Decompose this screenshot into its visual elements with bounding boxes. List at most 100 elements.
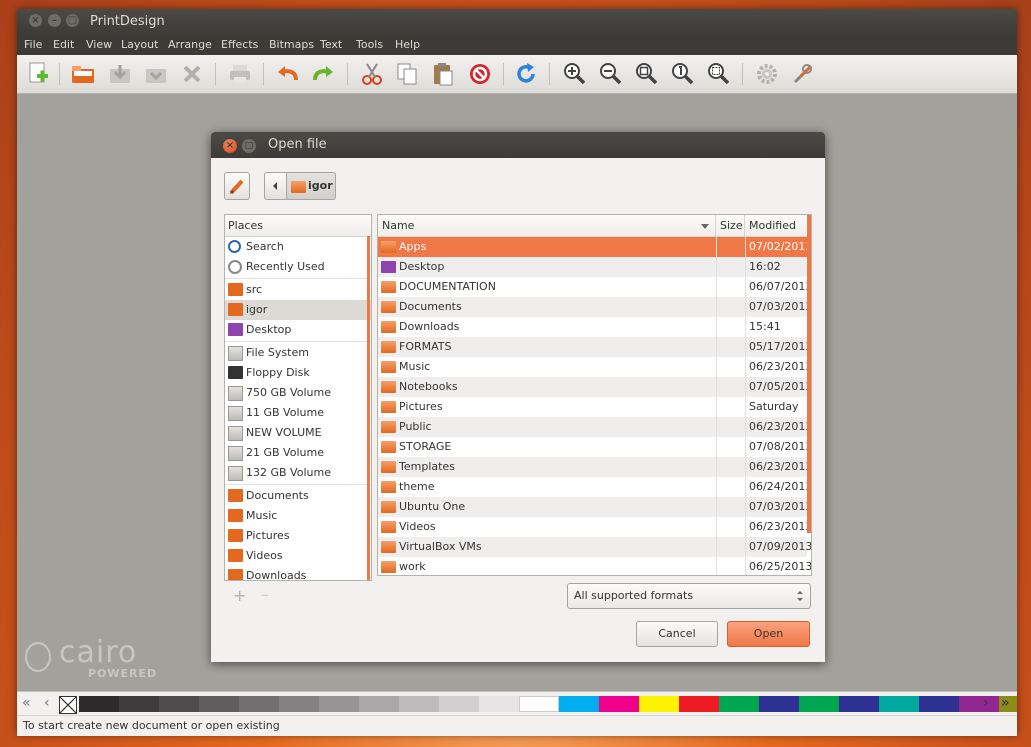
column-size[interactable]: Size [716,215,745,236]
color-swatch[interactable] [959,696,999,712]
redo-icon[interactable] [310,61,336,87]
open-button[interactable]: Open [727,621,810,647]
color-swatch[interactable] [199,696,239,712]
dialog-close-button[interactable]: × [223,139,237,153]
menu-file[interactable]: File [24,38,42,51]
color-swatch[interactable] [759,696,799,712]
color-swatch[interactable] [399,696,439,712]
place-item[interactable]: 11 GB Volume [225,403,371,423]
color-swatch[interactable] [359,696,399,712]
color-swatch[interactable] [279,696,319,712]
file-row[interactable]: Templates 06/23/2013 [378,457,811,477]
save-icon[interactable] [107,61,133,87]
file-row[interactable]: STORAGE 07/08/2013 [378,437,811,457]
color-swatch[interactable] [839,696,879,712]
refresh-icon[interactable] [514,61,540,87]
color-swatch[interactable] [799,696,839,712]
paste-icon[interactable] [430,61,456,87]
file-row[interactable]: DOCUMENTATION 06/07/2013 [378,277,811,297]
place-item[interactable]: Search [225,237,371,257]
path-back-button[interactable] [264,172,287,200]
file-row[interactable]: Downloads 15:41 [378,317,807,337]
zoom-page-icon[interactable] [634,61,660,87]
place-item[interactable]: Floppy Disk [225,363,371,383]
color-swatch[interactable] [639,696,679,712]
tools-icon[interactable] [790,61,816,87]
file-row[interactable]: FORMATS 05/17/2013 [378,337,811,357]
file-row[interactable]: Ubuntu One 07/03/2013 [378,497,811,517]
zoom-selection-icon[interactable] [706,61,732,87]
column-modified[interactable]: Modified [745,215,809,236]
file-row[interactable]: Videos 06/23/2013 [378,517,811,537]
minimize-window-button[interactable]: – [48,14,61,27]
zoom-100-icon[interactable] [670,61,696,87]
file-filter-select[interactable]: All supported formats [567,583,811,609]
cancel-button[interactable]: Cancel [636,621,718,647]
place-item[interactable]: 21 GB Volume [225,443,371,463]
file-row[interactable]: Pictures Saturday [378,397,807,417]
menu-arrange[interactable]: Arrange [168,38,212,51]
column-name[interactable]: Name [378,215,716,236]
place-item[interactable]: Desktop [225,320,371,340]
palette-next-icon[interactable]: › [983,695,989,711]
menu-edit[interactable]: Edit [53,38,74,51]
stop-icon[interactable] [467,61,493,87]
zoom-in-icon[interactable] [562,61,588,87]
color-swatch[interactable] [519,696,559,712]
undo-icon[interactable] [275,61,301,87]
add-bookmark-button[interactable]: + [233,586,246,605]
place-item[interactable]: Pictures [225,526,371,546]
file-row[interactable]: theme 06/24/2013 [378,477,811,497]
zoom-out-icon[interactable] [598,61,624,87]
color-swatch[interactable] [919,696,959,712]
type-location-button[interactable] [224,172,250,200]
menu-help[interactable]: Help [395,38,420,51]
place-item[interactable]: igor [225,300,371,320]
new-document-icon[interactable] [25,61,51,87]
file-list-scrollbar[interactable] [807,215,811,533]
place-item[interactable]: Downloads [225,566,371,580]
color-swatch[interactable] [239,696,279,712]
place-item[interactable]: NEW VOLUME [225,423,371,443]
menu-view[interactable]: View [86,38,112,51]
color-swatch[interactable] [879,696,919,712]
close-document-icon[interactable] [179,61,205,87]
color-swatch[interactable] [439,696,479,712]
print-icon[interactable] [227,61,253,87]
path-igor-button[interactable]: igor [286,172,336,200]
close-window-button[interactable]: × [29,14,42,27]
menu-effects[interactable]: Effects [221,38,258,51]
color-swatch[interactable] [479,696,519,712]
color-swatch[interactable] [719,696,759,712]
copy-icon[interactable] [394,61,420,87]
file-row[interactable]: work 06/25/2013 [378,557,811,575]
color-swatch[interactable] [79,696,119,712]
menu-tools[interactable]: Tools [356,38,383,51]
place-item[interactable]: Videos [225,546,371,566]
open-folder-icon[interactable] [70,61,96,87]
color-swatch[interactable] [559,696,599,712]
color-swatch[interactable] [159,696,199,712]
palette-first-icon[interactable]: « [22,695,31,711]
dialog-maximize-button[interactable]: □ [242,139,256,153]
color-swatch[interactable] [599,696,639,712]
file-row[interactable]: Desktop 16:02 [378,257,807,277]
save-as-icon[interactable] [143,61,169,87]
place-item[interactable]: src [225,280,371,300]
remove-bookmark-button[interactable]: – [261,585,269,604]
place-item[interactable]: File System [225,343,371,363]
color-swatch[interactable] [319,696,359,712]
file-row[interactable]: Apps 07/02/2013 [378,237,811,257]
place-item[interactable]: Music [225,506,371,526]
file-row[interactable]: Music 06/23/2013 [378,357,811,377]
place-item[interactable]: Documents [225,486,371,506]
color-swatch[interactable] [119,696,159,712]
gear-icon[interactable] [754,61,780,87]
file-row[interactable]: Documents 07/03/2013 [378,297,811,317]
palette-last-icon[interactable]: » [1001,695,1010,711]
no-color-swatch[interactable] [59,696,77,714]
places-scrollbar[interactable] [367,236,370,580]
menu-text[interactable]: Text [320,38,342,51]
file-row[interactable]: VirtualBox VMs 07/09/2013 [378,537,811,557]
palette-prev-icon[interactable]: ‹ [44,695,50,711]
